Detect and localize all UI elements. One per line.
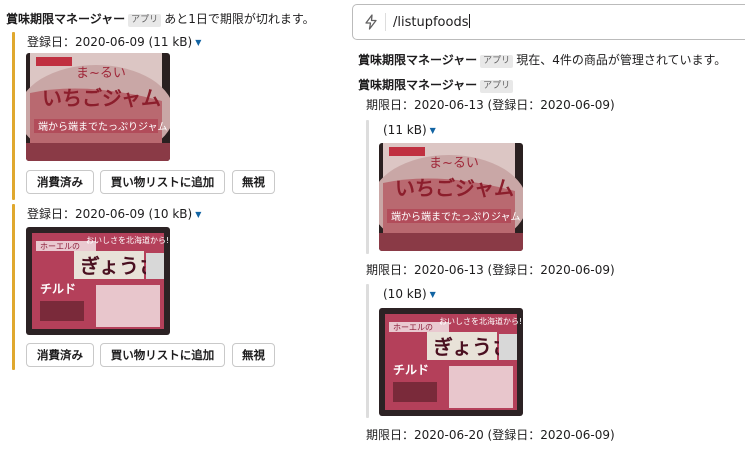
chevron-down-icon[interactable]: ▼ [195,210,201,219]
expiry-warning-text: あと1日で期限が切れます。 [164,12,315,26]
command-text[interactable]: /listupfoods [393,14,471,30]
lightning-bolt-icon[interactable] [363,14,379,30]
svg-text:いちごジャム: いちごジャム [42,86,161,110]
attachment-quote-bar [366,284,369,418]
svg-text:端から端までたっぷりジャム: 端から端までたっぷりジャム [38,120,168,133]
gyoza-photo-icon[interactable]: ホーエルの おいしさを北海道から!! ぎょうざ チルド [379,308,523,416]
chevron-down-icon[interactable]: ▼ [195,38,201,47]
list-message-header: 賞味期限マネージャー アプリ [358,76,516,93]
svg-text:ま~るい: ま~るい [76,66,126,81]
deadline-label: 期限日：2020-06-13 (登録日：2020-06-09) [366,263,615,277]
jam-photo-icon[interactable]: ま~るい いちごジャム 端から端までたっぷりジャム [26,53,170,161]
summary-message: 賞味期限マネージャー アプリ 現在、4件の商品が管理されています。 [358,51,726,68]
attachment-accent-bar [12,204,15,370]
app-name[interactable]: 賞味期限マネージャー [6,12,125,26]
consumed-button[interactable]: 消費済み [26,170,94,194]
app-name[interactable]: 賞味期限マネージャー [358,53,477,67]
chevron-down-icon[interactable]: ▼ [430,126,436,135]
consumed-button[interactable]: 消費済み [26,343,94,367]
app-badge: アプリ [480,55,514,68]
app-name[interactable]: 賞味期限マネージャー [358,78,477,92]
chevron-down-icon[interactable]: ▼ [430,290,436,299]
jam-photo-icon[interactable]: ま~るい いちごジャム 端から端までたっぷりジャム [379,143,523,251]
app-badge: アプリ [128,14,162,27]
message-input[interactable]: /listupfoods [352,4,745,40]
svg-text:チルド: チルド [393,363,429,377]
svg-text:ホーエルの: ホーエルの [40,242,80,251]
left-message-header: 賞味期限マネージャー アプリ あと1日で期限が切れます。 [6,10,315,27]
svg-text:いちごジャム: いちごジャム [395,176,514,200]
svg-text:端から端までたっぷりジャム: 端から端までたっぷりジャム [391,210,521,223]
svg-text:ホーエルの: ホーエルの [393,323,433,332]
summary-text: 現在、4件の商品が管理されています。 [516,53,727,67]
item-registered-label: 登録日：2020-06-09 (11 kB) ▼ [27,35,202,49]
add-to-shopping-list-button[interactable]: 買い物リストに追加 [100,343,225,367]
file-size-label: (11 kB) ▼ [383,123,436,137]
file-size-label: (10 kB) ▼ [383,287,436,301]
text-cursor [469,14,471,28]
attachment-accent-bar [12,32,15,200]
app-badge: アプリ [480,80,514,93]
svg-text:おいしさを北海道から!!: おいしさを北海道から!! [86,235,170,245]
add-to-shopping-list-button[interactable]: 買い物リストに追加 [100,170,225,194]
ignore-button[interactable]: 無視 [232,170,275,194]
deadline-label: 期限日：2020-06-20 (登録日：2020-06-09) [366,428,615,442]
attachment-quote-bar [366,120,369,254]
deadline-label: 期限日：2020-06-13 (登録日：2020-06-09) [366,98,615,112]
svg-text:チルド: チルド [40,282,76,296]
gyoza-photo-icon[interactable]: ホーエルの おいしさを北海道から!! ぎょうざ チルド [26,227,170,335]
svg-text:ま~るい: ま~るい [429,156,479,171]
svg-text:おいしさを北海道から!!: おいしさを北海道から!! [439,316,523,326]
input-divider [385,13,386,31]
ignore-button[interactable]: 無視 [232,343,275,367]
item-registered-label: 登録日：2020-06-09 (10 kB) ▼ [27,207,202,221]
